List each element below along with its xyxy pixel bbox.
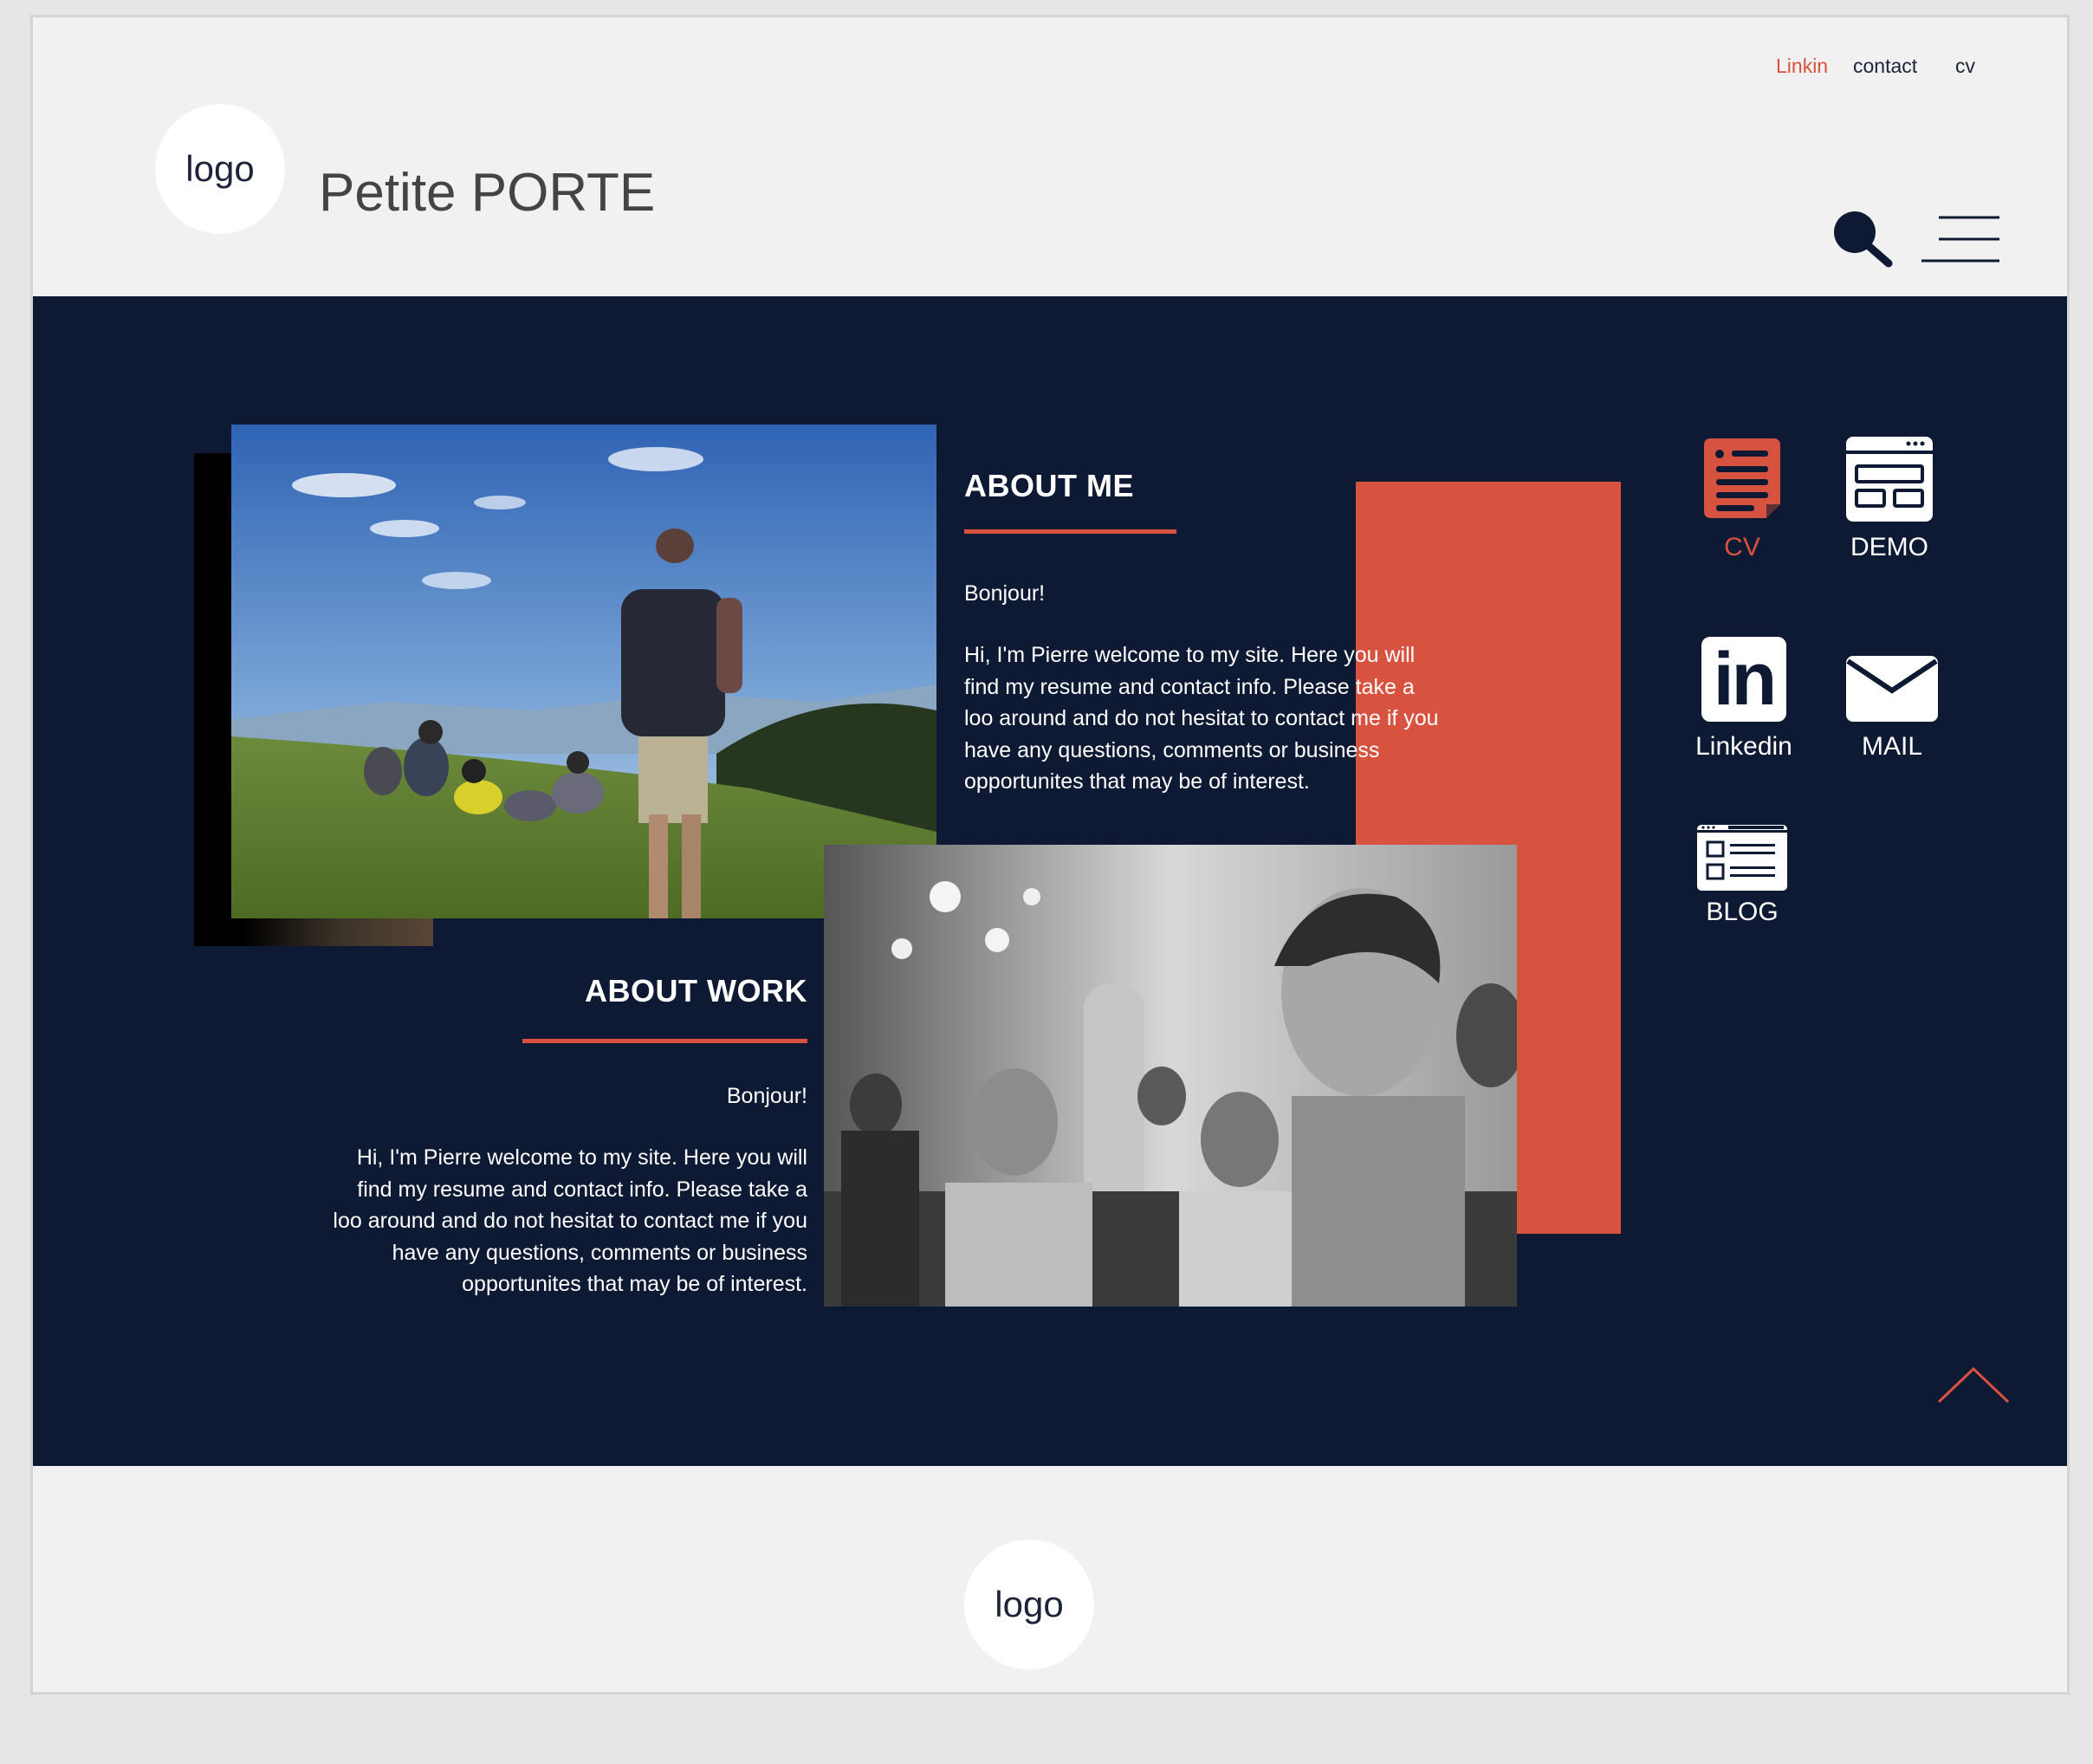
blog-post-icon [1697, 825, 1787, 891]
about-work-line: loo around and do not hesitat to contact… [333, 1209, 807, 1233]
demo-label: DEMO [1850, 533, 1928, 561]
top-link-linkin[interactable]: Linkin [1776, 55, 1828, 78]
about-work-body: Hi, I'm Pierre welcome to my site. Here … [201, 1142, 807, 1300]
search-icon[interactable] [1829, 206, 1898, 276]
page-frame: Linkin contact cv logo Petite PORTE ABOU… [30, 15, 2070, 1695]
main-content-section: ABOUT ME Bonjour! Hi, I'm Pierre welcome… [33, 296, 2067, 1466]
demo-link[interactable]: DEMO [1803, 435, 1976, 574]
linkedin-label: Linkedin [1695, 732, 1792, 761]
about-work-underline [522, 1039, 807, 1043]
about-me-greeting: Bonjour! [964, 581, 1046, 606]
about-me-line: Hi, I'm Pierre welcome to my site. Here … [964, 643, 1416, 667]
top-link-cv[interactable]: cv [1955, 55, 1975, 78]
site-title: Petite PORTE [319, 163, 656, 223]
about-work-title: ABOUT WORK [585, 973, 807, 1008]
blog-link[interactable]: BLOG [1656, 823, 1829, 944]
header-logo[interactable]: logo [155, 104, 285, 234]
linkedin-link[interactable]: in Linkedin [1657, 637, 1831, 775]
about-me-body: Hi, I'm Pierre welcome to my site. Here … [964, 639, 1439, 798]
mail-link[interactable]: MAIL [1805, 637, 1979, 775]
document-icon [1704, 438, 1780, 518]
top-link-contact[interactable]: contact [1853, 55, 1917, 78]
header-logo-text: logo [185, 148, 255, 189]
linkedin-icon: in [1701, 637, 1786, 722]
mail-label: MAIL [1861, 732, 1923, 761]
about-me-line: have any questions, comments or business [964, 737, 1380, 762]
about-me-underline [964, 529, 1176, 534]
blog-label: BLOG [1706, 898, 1779, 926]
event-photo [824, 845, 1517, 1307]
back-to-top-icon[interactable] [1936, 1362, 2011, 1405]
about-me-line: opportunites that may be of interest. [964, 769, 1310, 794]
about-me-title: ABOUT ME [964, 468, 1134, 503]
envelope-icon [1846, 656, 1938, 722]
about-work-greeting: Bonjour! [726, 1084, 807, 1108]
hamburger-menu-icon[interactable] [1920, 204, 2003, 264]
footer-logo-text: logo [995, 1584, 1064, 1625]
website-layout-icon [1846, 437, 1933, 522]
about-work-line: Hi, I'm Pierre welcome to my site. Here … [356, 1145, 807, 1170]
about-work-line: have any questions, comments or business [392, 1240, 807, 1265]
about-work-line: find my resume and contact info. Please … [357, 1177, 807, 1202]
about-me-line: find my resume and contact info. Please … [964, 674, 1415, 699]
about-me-line: loo around and do not hesitat to contact… [964, 706, 1439, 730]
footer-logo[interactable]: logo [964, 1540, 1094, 1670]
linkedin-icon-glyph: in [1713, 638, 1777, 721]
about-work-line: opportunites that may be of interest. [462, 1272, 807, 1296]
